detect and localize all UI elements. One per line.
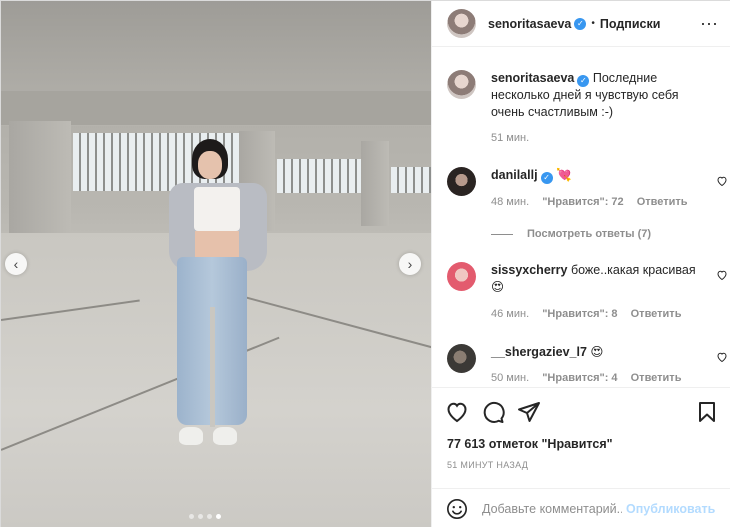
comment-input[interactable] xyxy=(482,501,622,516)
more-options-icon[interactable]: ··· xyxy=(700,13,718,34)
photo-person xyxy=(166,137,271,453)
post-side-panel: senoritasaeva ✓ • Подписки ··· senoritas… xyxy=(431,1,730,527)
photo-pillar xyxy=(361,141,389,226)
comment-text: 💘 xyxy=(556,168,572,182)
heart-icon[interactable] xyxy=(716,269,728,281)
comment-likes[interactable]: "Нравится": 4 xyxy=(542,372,617,384)
publish-button[interactable]: Опубликовать xyxy=(626,502,715,516)
comments-list[interactable]: senoritasaeva ✓ Последние несколько дней … xyxy=(432,48,730,386)
post-time-ago: 51 МИНУТ НАЗАД xyxy=(447,460,529,470)
emoji-icon[interactable] xyxy=(446,498,468,520)
comment-likes[interactable]: "Нравится": 72 xyxy=(542,196,623,208)
comment-text: 😍 xyxy=(590,345,604,359)
heart-icon[interactable] xyxy=(716,351,728,363)
post-photo[interactable]: ‹ › xyxy=(1,1,431,527)
caption: senoritasaeva ✓ Последние несколько дней … xyxy=(447,70,717,160)
view-replies-button[interactable]: Посмотреть ответы (7) xyxy=(491,228,651,240)
avatar[interactable] xyxy=(447,167,476,196)
add-comment-bar: Опубликовать xyxy=(432,488,730,527)
reply-button[interactable]: Ответить xyxy=(631,308,682,320)
photo-window xyxy=(391,167,431,193)
verified-icon: ✓ xyxy=(540,172,553,184)
comment-meta: 48 мин. "Нравится": 72 Ответить xyxy=(491,196,698,208)
post-dialog: ‹ › senoritasaeva ✓ • Подписки ··· senor… xyxy=(0,0,730,527)
photo-window xyxy=(277,159,361,193)
comment-body: danilallj ✓ 💘 xyxy=(491,167,706,184)
comment-bubble-icon[interactable] xyxy=(481,400,505,424)
comment-time: 50 мин. xyxy=(491,372,530,384)
carousel-dot xyxy=(207,514,212,519)
comment-item: danilallj ✓ 💘 48 мин. "Нравится": 72 Отве… xyxy=(447,167,727,217)
carousel-dot-active xyxy=(216,514,221,519)
photo-prev-button[interactable]: ‹ xyxy=(5,253,27,275)
comment-item: sissyxcherry боже..какая красивая 😍 46 м… xyxy=(447,262,727,322)
photo-beam xyxy=(1,91,431,125)
reply-button[interactable]: Ответить xyxy=(631,372,682,384)
chevron-right-icon: › xyxy=(407,256,413,272)
comment-username[interactable]: __shergaziev_l7 xyxy=(491,345,587,359)
chevron-left-icon: ‹ xyxy=(13,256,19,272)
likes-count[interactable]: 77 613 отметок "Нравится" xyxy=(447,437,613,451)
carousel-dot xyxy=(189,514,194,519)
comment-username[interactable]: danilallj xyxy=(491,168,538,182)
comment-item: __shergaziev_l7 😍 50 мин. "Нравится": 4 … xyxy=(447,344,727,386)
caption-body: senoritasaeva ✓ Последние несколько дней … xyxy=(491,70,706,121)
header-username[interactable]: senoritasaeva xyxy=(488,17,571,31)
caption-username[interactable]: senoritasaeva xyxy=(491,71,574,85)
photo-next-button[interactable]: › xyxy=(399,253,421,275)
verified-icon: ✓ xyxy=(574,17,587,30)
share-paper-plane-icon[interactable] xyxy=(517,400,541,424)
comment-body: __shergaziev_l7 😍 xyxy=(491,344,706,361)
comment-meta: 46 мин. "Нравится": 8 Ответить xyxy=(491,308,691,320)
divider xyxy=(491,233,513,235)
comment-likes[interactable]: "Нравится": 8 xyxy=(542,308,617,320)
comment-time: 48 мин. xyxy=(491,196,530,208)
post-header: senoritasaeva ✓ • Подписки ··· xyxy=(432,1,730,47)
avatar[interactable] xyxy=(447,262,476,291)
carousel-dot xyxy=(198,514,203,519)
comment-meta: 50 мин. "Нравится": 4 Ответить xyxy=(491,372,691,384)
avatar[interactable] xyxy=(447,344,476,373)
caption-meta: 51 мин. xyxy=(491,132,539,144)
heart-icon[interactable] xyxy=(716,175,728,187)
avatar[interactable] xyxy=(447,9,476,38)
following-button[interactable]: Подписки xyxy=(600,17,661,31)
caption-time: 51 мин. xyxy=(491,132,530,144)
like-heart-icon[interactable] xyxy=(445,400,469,424)
reply-button[interactable]: Ответить xyxy=(637,196,688,208)
view-replies-label: Посмотреть ответы (7) xyxy=(527,228,652,240)
header-separator: • xyxy=(591,18,595,29)
avatar[interactable] xyxy=(447,70,476,99)
bookmark-icon[interactable] xyxy=(695,400,719,424)
comment-body: sissyxcherry боже..какая красивая 😍 xyxy=(491,262,706,296)
comment-time: 46 мин. xyxy=(491,308,530,320)
action-bar xyxy=(432,387,730,437)
comment-username[interactable]: sissyxcherry xyxy=(491,263,567,277)
verified-icon: ✓ xyxy=(577,75,590,87)
carousel-dots xyxy=(189,514,221,519)
